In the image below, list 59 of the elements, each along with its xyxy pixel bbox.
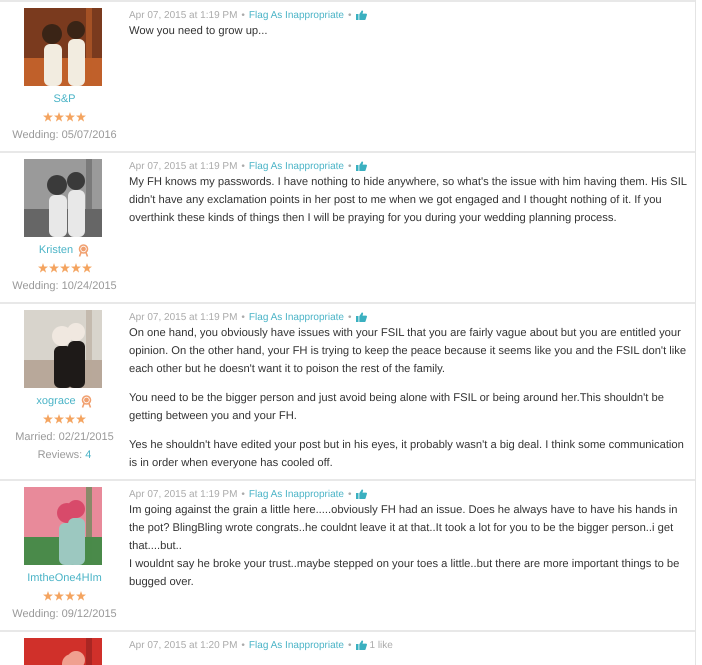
post-text: Im going against the grain a little here.....obviously FH had an issue. Does he always have to have his hands in the pot? BlingBling wrote congrats..he couldnt leave it at that..It took a lot for you to be the bigger person..i get that....but.. I wouldnt say he broke your trust..maybe stepped on your toes a little..but there are more important things to be bugged over. <box>129 503 680 590</box>
username-link[interactable]: ImtheOne4HIm <box>27 572 102 584</box>
star-icon <box>60 263 70 273</box>
separator-dot: • <box>241 312 245 322</box>
separator-dot: • <box>348 312 352 322</box>
star-icon <box>38 263 48 273</box>
member-date: Married: 02/21/2015 <box>15 430 114 445</box>
star-icon <box>43 414 53 424</box>
star-icon <box>48 263 58 273</box>
username-link[interactable]: S&P <box>53 93 76 105</box>
post-date: Apr 07, 2015 at 1:19 PM <box>129 160 238 172</box>
post-text: My FH knows my passwords. I have nothing to hide anywhere, so what's the issue with him having them. His SIL didn't have any exclamation points in her post to me when we got engaged and I thought nothing of it. If you overthink these kinds of things then I will be praying for you during your wedding planning process. <box>129 175 687 226</box>
star-icon <box>65 591 75 601</box>
star-icon <box>76 112 86 122</box>
flag-link[interactable]: Flag As Inappropriate <box>248 10 344 20</box>
separator-dot: • <box>241 640 245 650</box>
separator-dot: • <box>241 10 245 20</box>
separator-dot: • <box>241 160 245 172</box>
star-icon <box>70 263 80 273</box>
post-date: Apr 07, 2015 at 1:19 PM <box>129 10 238 20</box>
star-icon <box>43 112 53 122</box>
member-date: Wedding: 09/12/2015 <box>12 607 117 622</box>
thumbs-up-icon[interactable] <box>356 640 366 650</box>
flag-link[interactable]: Flag As Inappropriate <box>248 312 344 322</box>
star-icon <box>65 414 75 424</box>
star-icon <box>54 414 64 424</box>
star-icon <box>76 591 86 601</box>
thumbs-up-icon[interactable] <box>356 312 366 322</box>
star-icon <box>43 591 53 601</box>
post-text: You need to be the bigger person and just avoid being alone with FSIL or being around her.This shouldn't be getting between you and your FH. <box>129 391 665 424</box>
reviews-label: Reviews: <box>38 449 82 461</box>
separator-dot: • <box>348 488 352 500</box>
separator-dot: • <box>241 488 245 500</box>
post-text: Wow you need to grow up... <box>129 24 268 39</box>
post-text: On one hand, you obviously have issues with your FSIL that you are fairly vague about but you are entitled your opinion. On the other hand, your FH is trying to keep the peace because it seems like you and the FSIL don't like each other but he doesn't want it to poison the rest of the family. <box>129 326 687 377</box>
member-date: Wedding: 05/07/2016 <box>12 128 117 143</box>
username-link[interactable]: xograce <box>36 395 76 407</box>
flag-link[interactable]: Flag As Inappropriate <box>248 488 344 500</box>
like-count: 1 like <box>370 640 393 650</box>
post-date: Apr 07, 2015 at 1:20 PM <box>129 640 238 650</box>
post-text: Yes he shouldn't have edited your post but in his eyes, it probably wasn't a big deal. I think some communication is in order when everyone has cooled off. <box>129 438 685 471</box>
member-date: Wedding: 10/24/2015 <box>12 279 117 294</box>
reviews-count-link[interactable]: 4 <box>85 449 92 461</box>
flag-link[interactable]: Flag As Inappropriate <box>248 640 344 650</box>
star-icon <box>76 414 86 424</box>
star-icon <box>54 591 64 601</box>
separator-dot: • <box>348 10 352 20</box>
star-icon <box>65 112 75 122</box>
separator-dot: • <box>348 160 352 172</box>
star-icon <box>82 263 92 273</box>
flag-link[interactable]: Flag As Inappropriate <box>248 160 344 172</box>
thumbs-up-icon[interactable] <box>356 489 366 499</box>
username-link[interactable]: Kristen <box>38 244 74 256</box>
post-date: Apr 07, 2015 at 1:19 PM <box>129 488 238 500</box>
star-icon <box>54 112 64 122</box>
post-date: Apr 07, 2015 at 1:19 PM <box>129 312 238 322</box>
thumbs-up-icon[interactable] <box>356 10 366 20</box>
separator-dot: • <box>348 640 352 650</box>
thumbs-up-icon[interactable] <box>356 161 366 171</box>
